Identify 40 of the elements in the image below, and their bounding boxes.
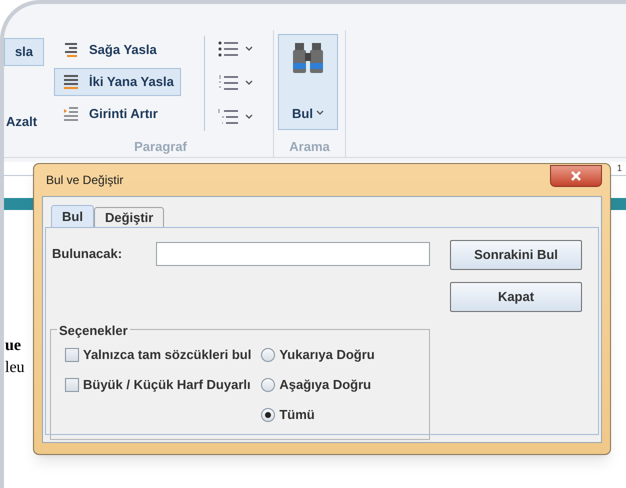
dialog-button[interactable]: Kapat [450,282,582,312]
align-button[interactable]: Sağa Yasla [54,36,164,64]
radio-option[interactable]: Tümü [261,406,375,424]
close-button[interactable] [550,165,602,187]
find-input[interactable] [156,242,430,266]
align-button[interactable]: İki Yana Yasla [54,68,181,96]
tab[interactable]: Bul [51,205,94,227]
list-icon [217,74,239,92]
dialog-title: Bul ve Değiştir [45,172,124,189]
decrease-indent-label: Azalt [5,112,38,130]
binoculars-icon [291,41,325,75]
find-button[interactable]: Bul [278,34,338,130]
dialog-button[interactable]: Sonrakini Bul [450,240,582,270]
indent-button[interactable]: Girinti Artır [54,100,165,128]
close-icon [571,171,581,181]
align-icon [61,73,81,91]
find-label: Bulunacak: [52,245,124,264]
caret-icon [245,46,253,52]
radio-button[interactable] [261,348,276,362]
group-label: Arama [288,138,331,156]
list-icon [217,40,239,58]
tab[interactable]: Değiştir [94,207,164,227]
group-label: Paragraf [133,138,188,156]
checkbox[interactable] [65,378,79,392]
checkbox[interactable] [65,348,79,362]
checkbox-option[interactable]: Yalnızca tam sözcükleri bul [65,346,252,364]
radio-option[interactable]: Aşağıya Doğru [261,376,375,394]
caret-icon [245,114,253,120]
caret-icon [245,80,253,86]
list-icon [217,108,239,126]
document-text: ue [5,336,21,356]
caret-icon [316,110,324,116]
radio-button[interactable] [261,378,276,392]
align-button[interactable]: sla [4,38,44,66]
checkbox-option[interactable]: Büyük / Küçük Harf Duyarlı [65,376,252,394]
radio-button[interactable] [261,408,276,422]
indent-icon [61,105,81,123]
ruler-number: 1 [616,162,622,175]
radio-option[interactable]: Yukarıya Doğru [261,346,375,364]
document-text: leu [5,358,25,378]
